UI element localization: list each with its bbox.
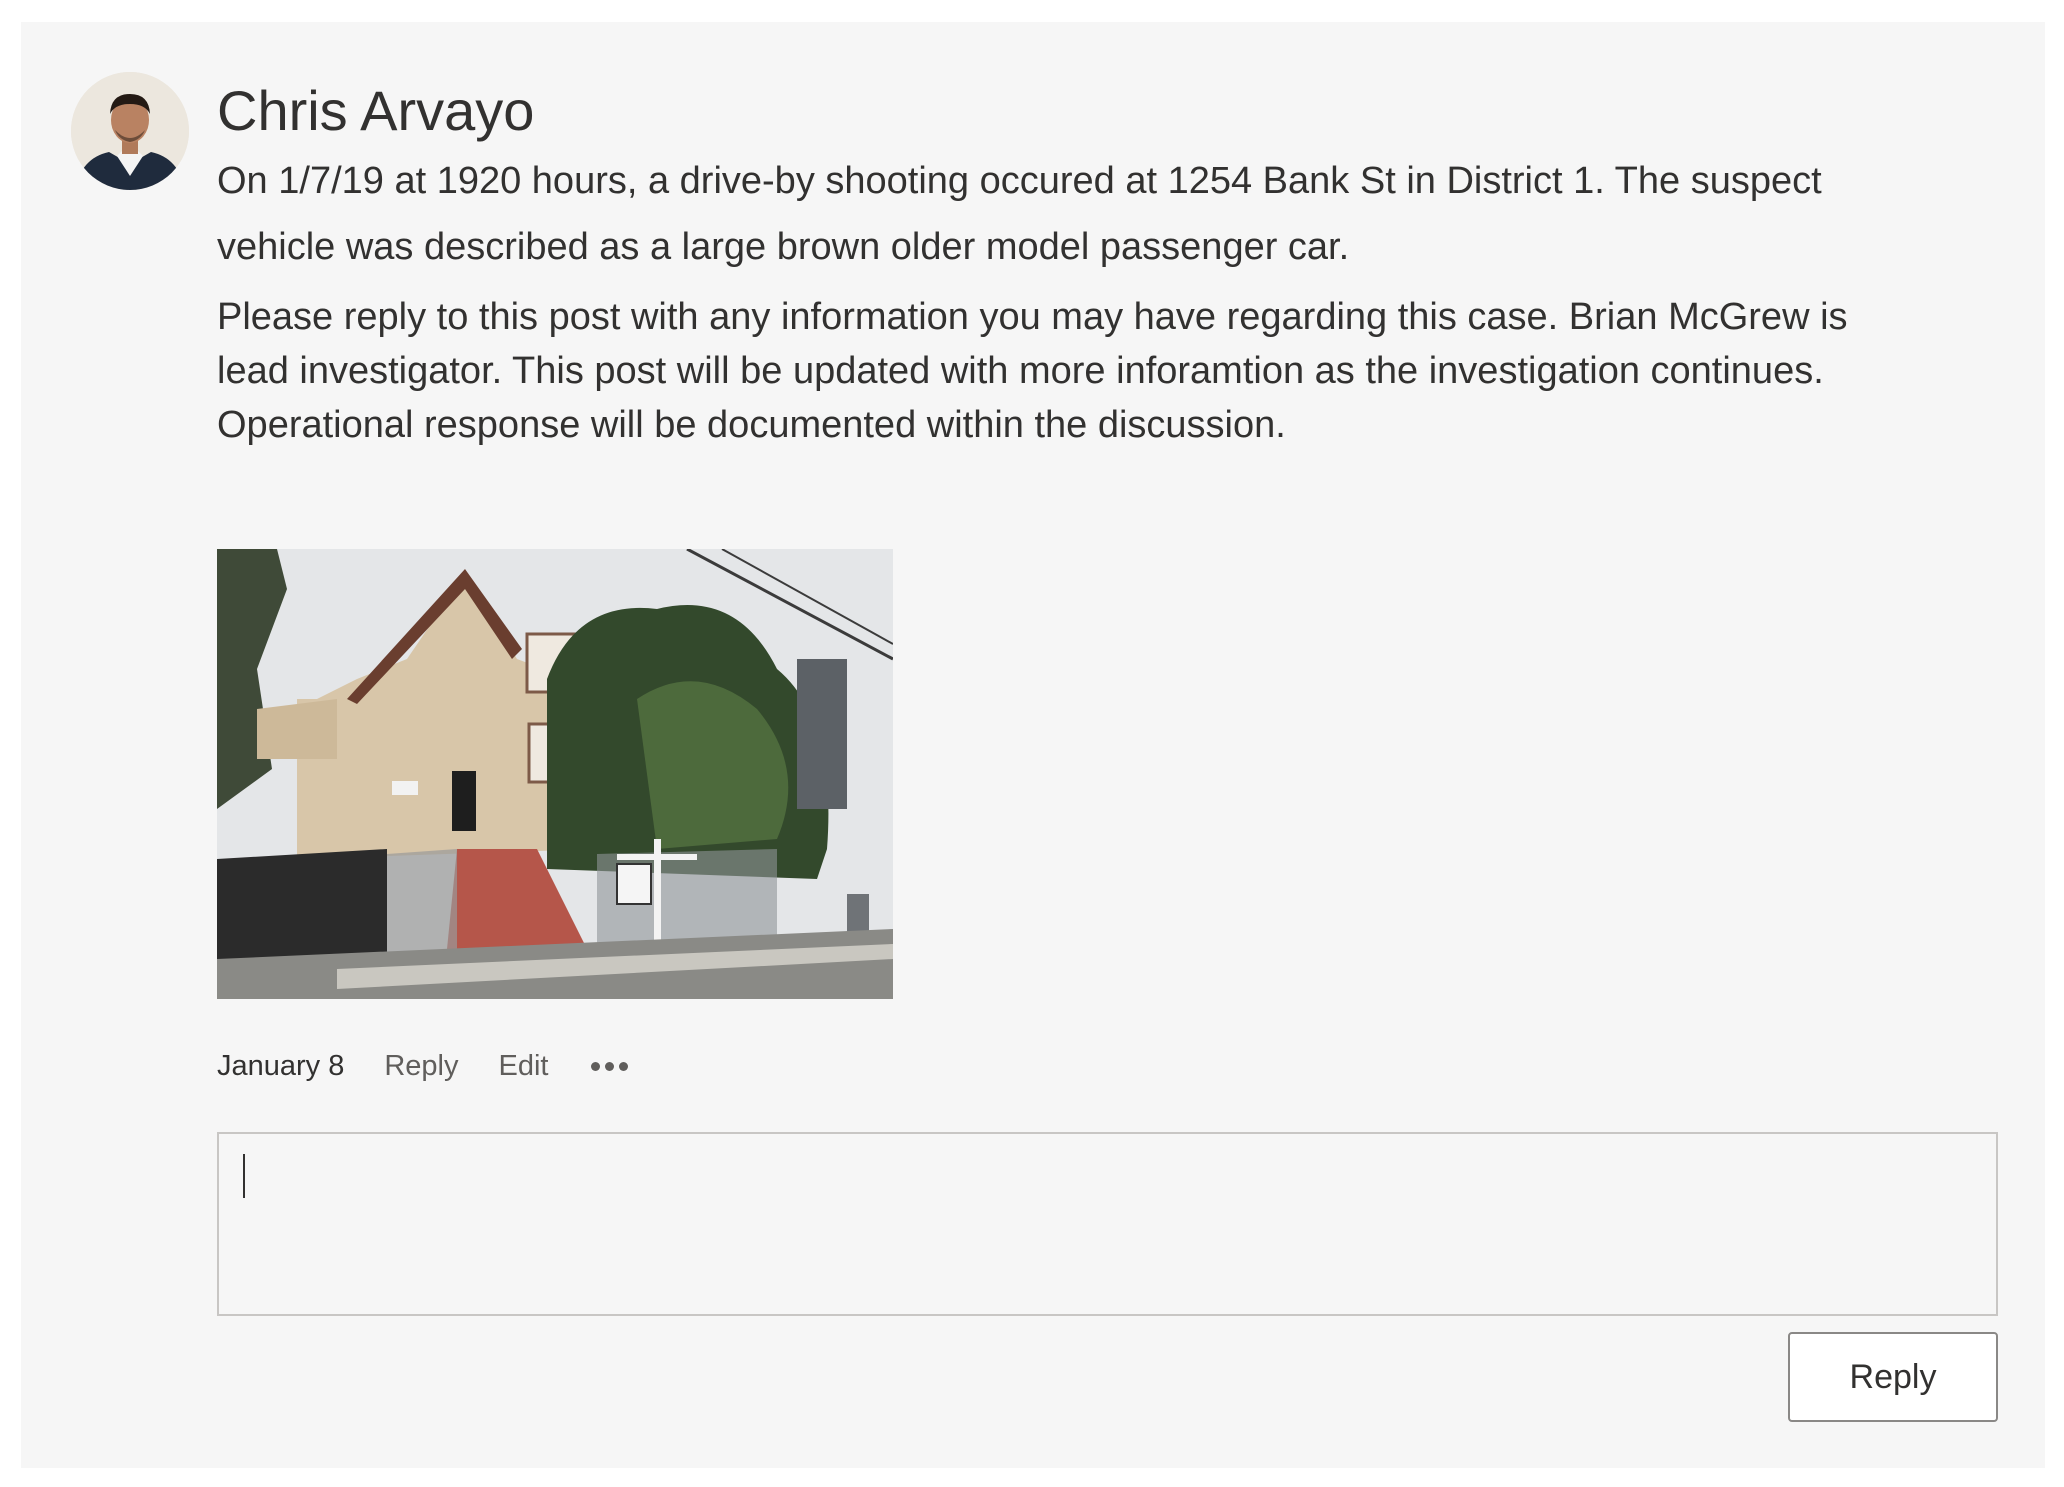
dot bbox=[590, 1061, 600, 1071]
post-text-line: Please reply to this post with any infor… bbox=[217, 296, 1848, 338]
post-text-line: lead investigator. This post will be upd… bbox=[217, 350, 1824, 392]
avatar-photo bbox=[71, 72, 189, 190]
dot bbox=[618, 1061, 628, 1071]
post-date: January 8 bbox=[217, 1049, 345, 1082]
reply-input[interactable] bbox=[219, 1134, 1996, 1314]
reply-button[interactable]: Reply bbox=[1788, 1332, 1998, 1422]
post-text-line: Operational response will be documented … bbox=[217, 404, 1286, 446]
text-cursor bbox=[243, 1154, 245, 1198]
edit-link[interactable]: Edit bbox=[499, 1050, 549, 1083]
post-image[interactable] bbox=[217, 549, 893, 999]
post-card: Chris Arvayo On 1/7/19 at 1920 hours, a … bbox=[21, 22, 2045, 1468]
post-actions: January 8 Reply Edit bbox=[217, 1044, 630, 1088]
post-text-line: vehicle was described as a large brown o… bbox=[217, 226, 1350, 268]
house-photo bbox=[217, 549, 893, 999]
author-name[interactable]: Chris Arvayo bbox=[217, 76, 534, 146]
more-options-icon[interactable] bbox=[589, 1058, 630, 1075]
author-avatar[interactable] bbox=[71, 72, 189, 190]
reply-link[interactable]: Reply bbox=[384, 1050, 458, 1083]
post-text-line: On 1/7/19 at 1920 hours, a drive-by shoo… bbox=[217, 160, 1822, 202]
dot bbox=[604, 1061, 614, 1071]
post-body: On 1/7/19 at 1920 hours, a drive-by shoo… bbox=[217, 148, 2017, 452]
reply-box bbox=[217, 1132, 1998, 1316]
